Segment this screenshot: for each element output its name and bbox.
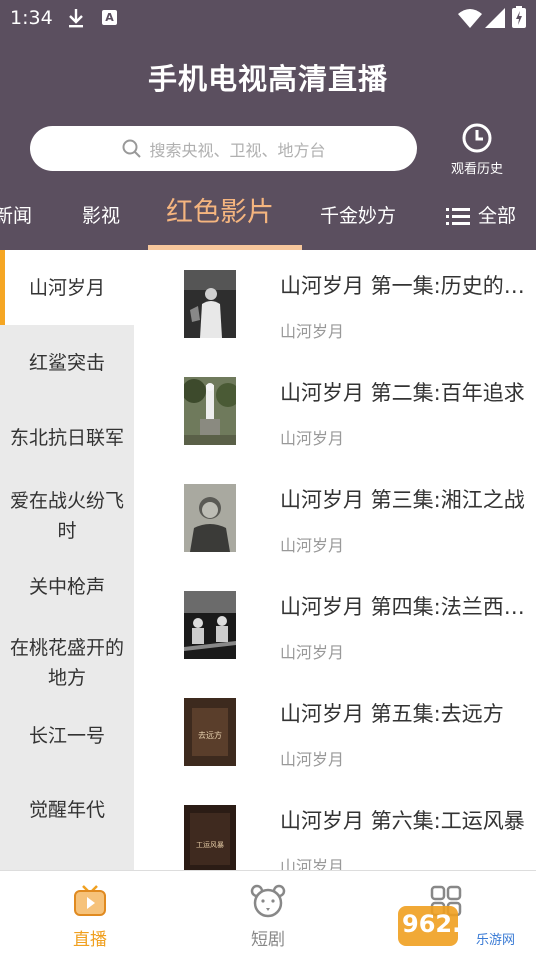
watermark-logo: 962.NET 乐游网 — [398, 906, 515, 948]
sidebar: 山河岁月 红鲨突击 东北抗日联军 爱在战火纷飞时 关中枪声 在桃花盛开的地方 长… — [0, 250, 134, 870]
episode-title: 山河岁月 第三集:湘江之战 — [280, 488, 525, 512]
nav-label: 短剧 — [251, 930, 285, 950]
list-item[interactable]: 去远方 山河岁月 第五集:去远方 山河岁月 — [134, 678, 536, 786]
sidebar-item-label: 在桃花盛开的地方 — [9, 637, 124, 689]
watermark-subtext: 乐游网 — [476, 933, 515, 948]
status-bar: 1:34 A — [0, 0, 536, 36]
tab-film[interactable]: 影视 — [82, 196, 120, 236]
sidebar-item-label: 觉醒年代 — [28, 799, 105, 821]
tv-icon — [74, 885, 106, 916]
sidebar-item-label: 长江一号 — [28, 725, 105, 747]
list-item[interactable]: 山河岁月 第二集:百年追求 山河岁月 — [134, 357, 536, 465]
history-label: 观看历史 — [450, 162, 503, 177]
sidebar-item-hongsha[interactable]: 红鲨突击 — [0, 325, 134, 400]
sidebar-item-taohua[interactable]: 在桃花盛开的地方 — [0, 628, 134, 698]
app-notification-icon: A — [102, 10, 117, 25]
episode-thumbnail: 去远方 — [184, 698, 236, 766]
list-item[interactable]: 工运风暴 山河岁月 第六集:工运风暴 山河岁月 — [134, 785, 536, 870]
episode-subtitle: 山河岁月 — [280, 643, 345, 662]
list-icon — [446, 208, 470, 225]
tab-news[interactable]: 新闻 — [0, 196, 32, 236]
episode-subtitle: 山河岁月 — [280, 322, 345, 341]
episode-title: 山河岁月 第一集:历史的选择 — [280, 274, 530, 298]
bear-icon — [250, 884, 286, 918]
sidebar-item-label: 山河岁月 — [28, 276, 105, 299]
battery-charging-icon — [512, 6, 526, 28]
search-icon — [122, 139, 142, 158]
list-item[interactable]: 山河岁月 第一集:历史的选择 山河岁月 — [134, 250, 536, 358]
app-title: 手机电视高清直播 — [147, 62, 388, 96]
sidebar-item-guanzhong[interactable]: 关中枪声 — [0, 552, 134, 622]
episode-title: 山河岁月 第四集:法兰西之春 — [280, 595, 530, 619]
status-time: 1:34 — [10, 7, 53, 29]
episode-thumbnail — [184, 377, 236, 445]
thumbnail-caption: 工运风暴 — [196, 841, 224, 849]
episode-list: 山河岁月 第一集:历史的选择 山河岁月 山河岁月 第二集:百年追求 山河岁月 山… — [134, 250, 536, 870]
episode-thumbnail — [184, 484, 236, 552]
sidebar-item-dongbei[interactable]: 东北抗日联军 — [0, 400, 134, 475]
nav-live[interactable]: 直播 — [50, 883, 130, 950]
download-icon — [69, 9, 83, 28]
nav-short-drama[interactable]: 短剧 — [228, 883, 308, 950]
sidebar-item-label: 爱在战火纷飞时 — [9, 490, 124, 542]
wifi-icon — [458, 9, 482, 28]
episode-subtitle: 山河岁月 — [280, 857, 345, 870]
tab-all-label: 全部 — [478, 205, 517, 227]
sidebar-item-aizai[interactable]: 爱在战火纷飞时 — [0, 480, 134, 552]
list-item[interactable]: 山河岁月 第四集:法兰西之春 山河岁月 — [134, 571, 536, 679]
episode-thumbnail — [184, 591, 236, 659]
watch-history-button[interactable]: 观看历史 — [442, 122, 512, 178]
signal-icon — [485, 8, 505, 28]
clock-icon — [462, 123, 492, 153]
list-item[interactable]: 山河岁月 第三集:湘江之战 山河岁月 — [134, 464, 536, 572]
episode-subtitle: 山河岁月 — [280, 536, 345, 555]
sidebar-item-changjiang[interactable]: 长江一号 — [0, 700, 134, 772]
sidebar-item-label: 关中枪声 — [28, 576, 105, 598]
tab-red-films[interactable]: 红色影片 — [166, 193, 274, 233]
episode-title: 山河岁月 第五集:去远方 — [280, 702, 504, 726]
nav-label: 直播 — [73, 930, 107, 950]
episode-thumbnail — [184, 270, 236, 338]
search-input[interactable]: 搜索央视、卫视、地方台 — [30, 126, 417, 171]
episode-subtitle: 山河岁月 — [280, 429, 345, 448]
header: 1:34 A 手机电视高清直播 搜索央视、卫视、地方台 观看历史 新闻 影视 红… — [0, 0, 536, 250]
episode-subtitle: 山河岁月 — [280, 750, 345, 769]
episode-title: 山河岁月 第二集:百年追求 — [280, 381, 525, 405]
tab-remedies[interactable]: 千金妙方 — [320, 196, 396, 236]
sidebar-item-juexing[interactable]: 觉醒年代 — [0, 774, 134, 846]
search-placeholder: 搜索央视、卫视、地方台 — [149, 140, 326, 160]
thumbnail-caption: 去远方 — [198, 730, 222, 740]
episode-thumbnail: 工运风暴 — [184, 805, 236, 870]
sidebar-item-label: 东北抗日联军 — [9, 426, 124, 449]
episode-title: 山河岁月 第六集:工运风暴 — [280, 809, 525, 833]
sidebar-item-shanhe[interactable]: 山河岁月 — [0, 250, 134, 325]
sidebar-item-label: 红鲨突击 — [28, 351, 105, 374]
tab-all[interactable]: 全部 — [446, 196, 516, 236]
sidebar-active-marker — [0, 250, 5, 325]
